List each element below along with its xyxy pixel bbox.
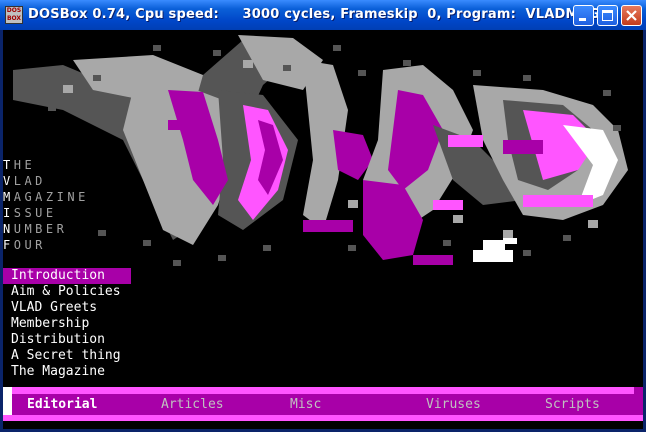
title-row: FOUR bbox=[3, 238, 46, 252]
maximize-button[interactable] bbox=[597, 5, 618, 26]
tab-bar-bottom-edge bbox=[3, 415, 643, 421]
menu-item-secret-thing[interactable]: A Secret thing bbox=[3, 348, 131, 364]
side-menu: Introduction Aim & Policies VLAD Greets … bbox=[3, 268, 131, 380]
menu-item-the-magazine[interactable]: The Magazine bbox=[3, 364, 131, 380]
title-row: THE bbox=[3, 158, 36, 172]
vlad-logo bbox=[13, 35, 628, 266]
dosbox-app-icon[interactable]: DOS BOX bbox=[5, 6, 23, 24]
tab-misc[interactable]: Misc bbox=[290, 396, 321, 413]
minimize-button[interactable] bbox=[573, 5, 594, 26]
section-tab-bar: Editorial Articles Misc Viruses Scripts bbox=[3, 387, 643, 421]
title-row: VLAD bbox=[3, 174, 46, 188]
tab-scripts[interactable]: Scripts bbox=[545, 396, 600, 413]
menu-item-distribution[interactable]: Distribution bbox=[3, 332, 131, 348]
window-title: DOSBox 0.74, Cpu speed: 3000 cycles, Fra… bbox=[28, 7, 600, 22]
minimize-icon bbox=[579, 18, 586, 21]
maximize-icon bbox=[602, 10, 613, 21]
tab-viruses[interactable]: Viruses bbox=[426, 396, 481, 413]
close-icon bbox=[626, 10, 637, 21]
title-row: ISSUE bbox=[3, 206, 57, 220]
menu-item-aim-policies[interactable]: Aim & Policies bbox=[3, 284, 131, 300]
dos-screen[interactable]: THE VLAD MAGAZINE ISSUE NUMBER FOUR Intr… bbox=[3, 30, 643, 429]
tab-bar-highlight bbox=[3, 387, 634, 394]
vlad-magazine-vertical-title: THE VLAD MAGAZINE ISSUE NUMBER FOUR bbox=[3, 157, 89, 253]
menu-item-introduction[interactable]: Introduction bbox=[3, 268, 131, 284]
menu-item-vlad-greets[interactable]: VLAD Greets bbox=[3, 300, 131, 316]
title-bar[interactable]: DOS BOX DOSBox 0.74, Cpu speed: 3000 cyc… bbox=[0, 0, 646, 30]
title-row: NUMBER bbox=[3, 222, 68, 236]
tab-editorial[interactable]: Editorial bbox=[27, 396, 97, 413]
dosbox-window: DOS BOX DOSBox 0.74, Cpu speed: 3000 cyc… bbox=[0, 0, 646, 432]
menu-item-membership[interactable]: Membership bbox=[3, 316, 131, 332]
close-button[interactable] bbox=[621, 5, 642, 26]
title-row: MAGAZINE bbox=[3, 190, 89, 204]
tab-articles[interactable]: Articles bbox=[161, 396, 224, 413]
